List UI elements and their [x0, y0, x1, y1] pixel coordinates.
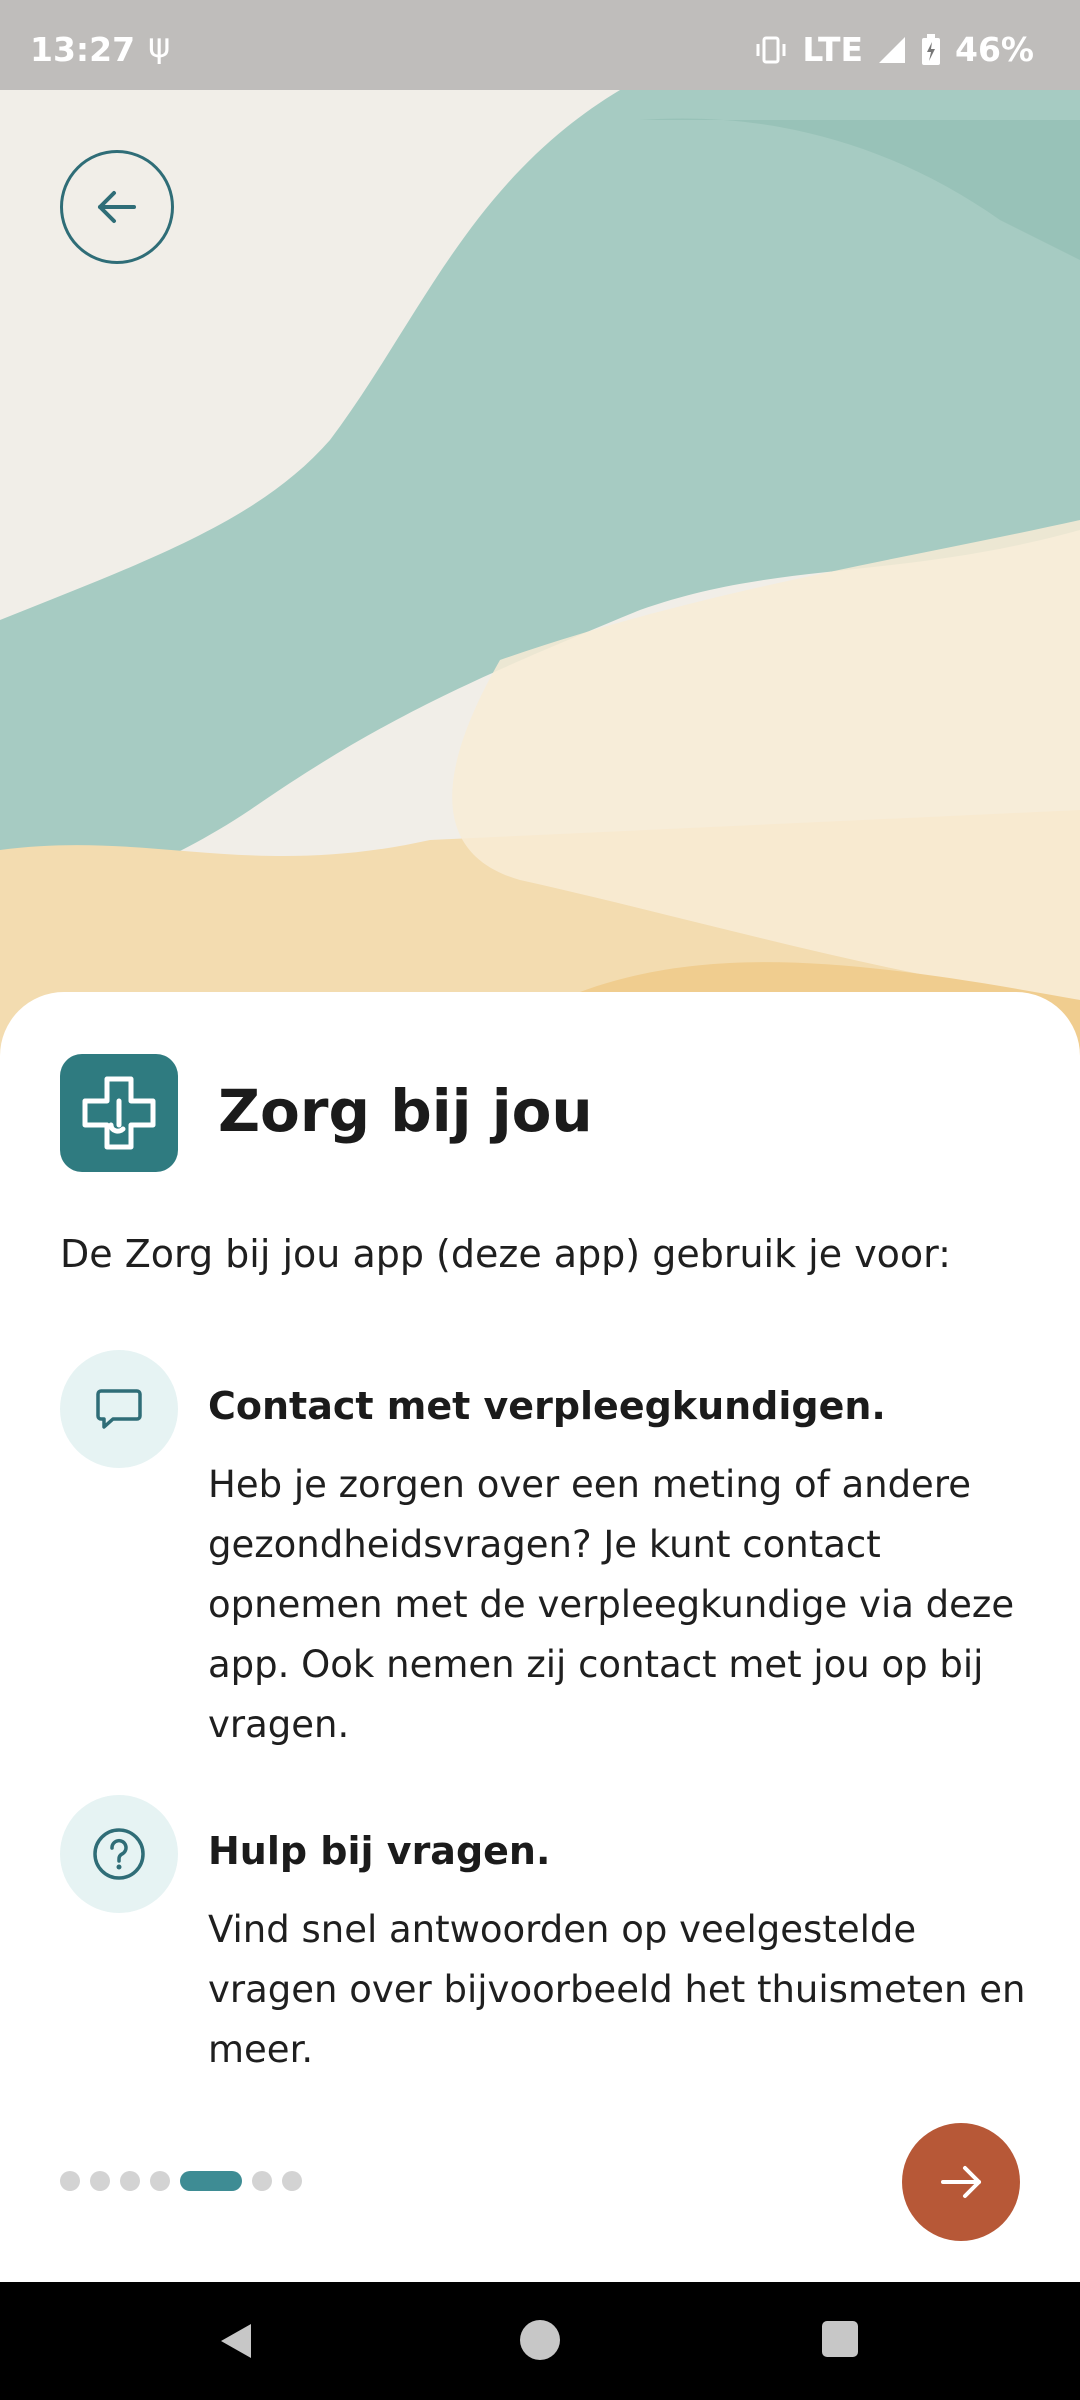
vibrate-icon [756, 36, 786, 63]
app-title: Zorg bij jou [218, 1077, 593, 1145]
battery-percent: 46% [955, 30, 1034, 69]
page-dot [282, 2171, 302, 2191]
intro-text: De Zorg bij jou app (deze app) gebruik j… [60, 1232, 951, 1276]
network-type: LTE [802, 30, 863, 69]
feature-text-contact: Heb je zorgen over een meting of andere … [208, 1463, 1015, 1746]
page-dot [252, 2171, 272, 2191]
page-dot-active [180, 2171, 242, 2191]
usb-icon: ψ [148, 26, 171, 66]
arrow-left-icon [98, 191, 136, 223]
hero-background [0, 0, 1080, 1060]
page-dot [60, 2171, 80, 2191]
nav-home-icon[interactable] [520, 2320, 560, 2360]
feature-icon-contact [60, 1350, 178, 1468]
system-nav-bar [0, 2282, 1080, 2400]
question-circle-icon [93, 1828, 145, 1880]
next-button[interactable] [902, 2123, 1020, 2241]
status-time: 13:27 [30, 30, 136, 69]
page-indicator [60, 2171, 302, 2191]
arrow-right-icon [941, 2166, 981, 2198]
page-dot [150, 2171, 170, 2191]
page-dot [120, 2171, 140, 2191]
signal-icon [879, 36, 905, 63]
nav-recents-icon[interactable] [822, 2321, 858, 2357]
status-bar: 13:27 ψ LTE 46% [0, 0, 1080, 90]
app-logo [60, 1054, 178, 1172]
feature-text-help: Vind snel antwoorden op veelgestelde vra… [208, 1908, 1026, 2071]
battery-icon [922, 33, 940, 65]
page-dot [90, 2171, 110, 2191]
nav-back-icon[interactable] [215, 2320, 257, 2362]
medical-cross-icon [82, 1076, 156, 1150]
chat-bubble-icon [96, 1389, 142, 1429]
feature-title-contact: Contact met verpleegkundigen. [208, 1384, 886, 1428]
feature-title-help: Hulp bij vragen. [208, 1829, 551, 1873]
feature-icon-help [60, 1795, 178, 1913]
back-button[interactable] [60, 150, 174, 264]
